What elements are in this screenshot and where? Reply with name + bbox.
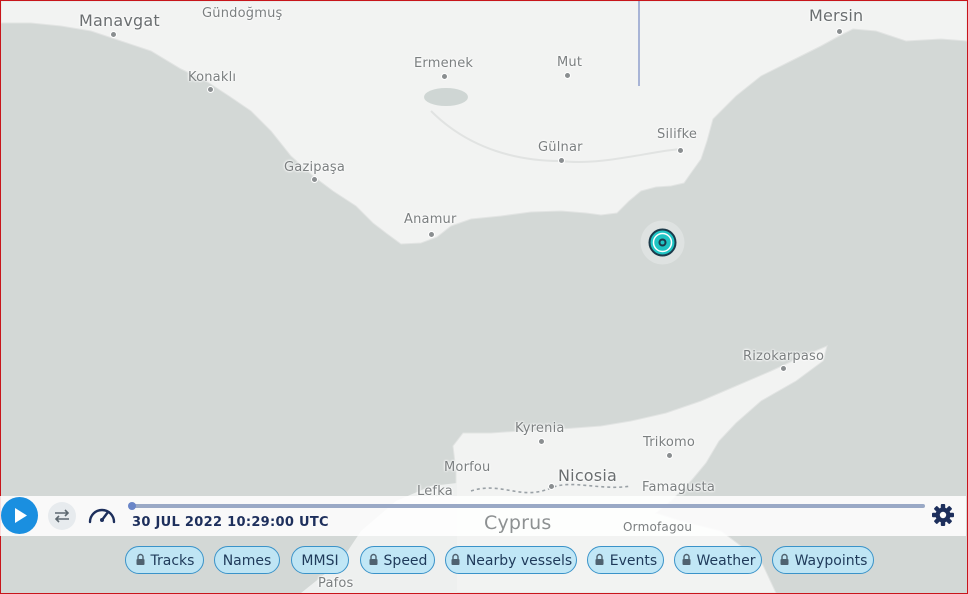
place-silifke: Silifke	[657, 127, 698, 142]
place-pafos: Pafos	[318, 576, 354, 591]
timestamp-label: 30 JUL 2022 10:29:00 UTC	[132, 515, 329, 530]
place-famagusta: Famagusta	[642, 480, 716, 495]
timeline-slider[interactable]	[128, 502, 925, 510]
layer-speed-button[interactable]: Speed	[360, 546, 435, 574]
playback-speed-button[interactable]	[86, 500, 118, 530]
layer-label: Tracks	[150, 553, 195, 569]
place-dot	[207, 86, 214, 93]
place-dot	[428, 231, 435, 238]
place-mut: Mut	[557, 55, 583, 70]
place-trikomo: Trikomo	[643, 435, 696, 450]
play-button[interactable]	[1, 497, 38, 534]
layer-events-button[interactable]: Events	[587, 546, 664, 574]
vessel-marker[interactable]	[639, 219, 686, 266]
layer-label: Events	[609, 553, 658, 569]
lock-icon	[595, 553, 604, 565]
place-dot	[564, 72, 571, 79]
layer-nearby-vessels-button[interactable]: Nearby vessels	[445, 546, 577, 574]
speedometer-icon	[88, 508, 116, 524]
place-dot	[666, 452, 673, 459]
place-mersin: Mersin	[809, 6, 864, 25]
playback-bar: 30 JUL 2022 10:29:00 UTC	[0, 496, 966, 536]
layer-tracks-button[interactable]: Tracks	[125, 546, 204, 574]
layer-waypoints-button[interactable]: Waypoints	[772, 546, 874, 574]
place-dot	[538, 438, 545, 445]
place-cyprus: Cyprus	[484, 512, 552, 534]
layer-label: Nearby vessels	[465, 553, 573, 569]
place-manavgat: Manavgat	[79, 11, 160, 30]
place-nicosia: Nicosia	[558, 466, 617, 485]
place-dot	[311, 176, 318, 183]
timeline-handle[interactable]	[128, 502, 136, 510]
repeat-icon	[54, 509, 70, 523]
gear-icon	[932, 504, 954, 526]
place-dot	[677, 147, 684, 154]
place-konakli: Konaklı	[188, 70, 237, 85]
layer-label: Names	[222, 553, 272, 569]
place-dot	[110, 31, 117, 38]
play-icon	[15, 508, 27, 523]
lock-icon	[780, 553, 789, 565]
settings-button[interactable]	[930, 502, 956, 528]
place-dot	[441, 73, 448, 80]
layer-label: Waypoints	[794, 553, 868, 569]
layer-label: Speed	[383, 553, 428, 569]
place-morfou: Morfou	[444, 460, 491, 475]
lake	[424, 88, 468, 106]
layer-weather-button[interactable]: Weather	[674, 546, 762, 574]
place-dot	[836, 28, 843, 35]
lock-icon	[682, 553, 691, 565]
lock-icon	[136, 553, 145, 565]
place-kyrenia: Kyrenia	[515, 421, 565, 436]
place-rizokarpaso: Rizokarpaso	[743, 349, 825, 364]
layer-label: MMSI	[301, 553, 339, 569]
place-gulnar: Gülnar	[538, 140, 583, 155]
place-dot	[558, 157, 565, 164]
layer-label: Weather	[696, 553, 756, 569]
place-anamur: Anamur	[404, 212, 457, 227]
place-gundogmus: Gündoğmuş	[202, 6, 283, 21]
lock-icon	[369, 553, 378, 565]
place-ermenek: Ermenek	[414, 56, 474, 71]
layer-names-button[interactable]: Names	[214, 546, 280, 574]
place-dot	[548, 483, 555, 490]
place-ormofagou: Ormofagou	[623, 520, 693, 534]
place-dot	[780, 365, 787, 372]
loop-button[interactable]	[48, 502, 76, 530]
lock-icon	[451, 553, 460, 565]
layer-mmsi-button[interactable]: MMSI	[291, 546, 349, 574]
place-gazipasa: Gazipaşa	[284, 160, 346, 175]
